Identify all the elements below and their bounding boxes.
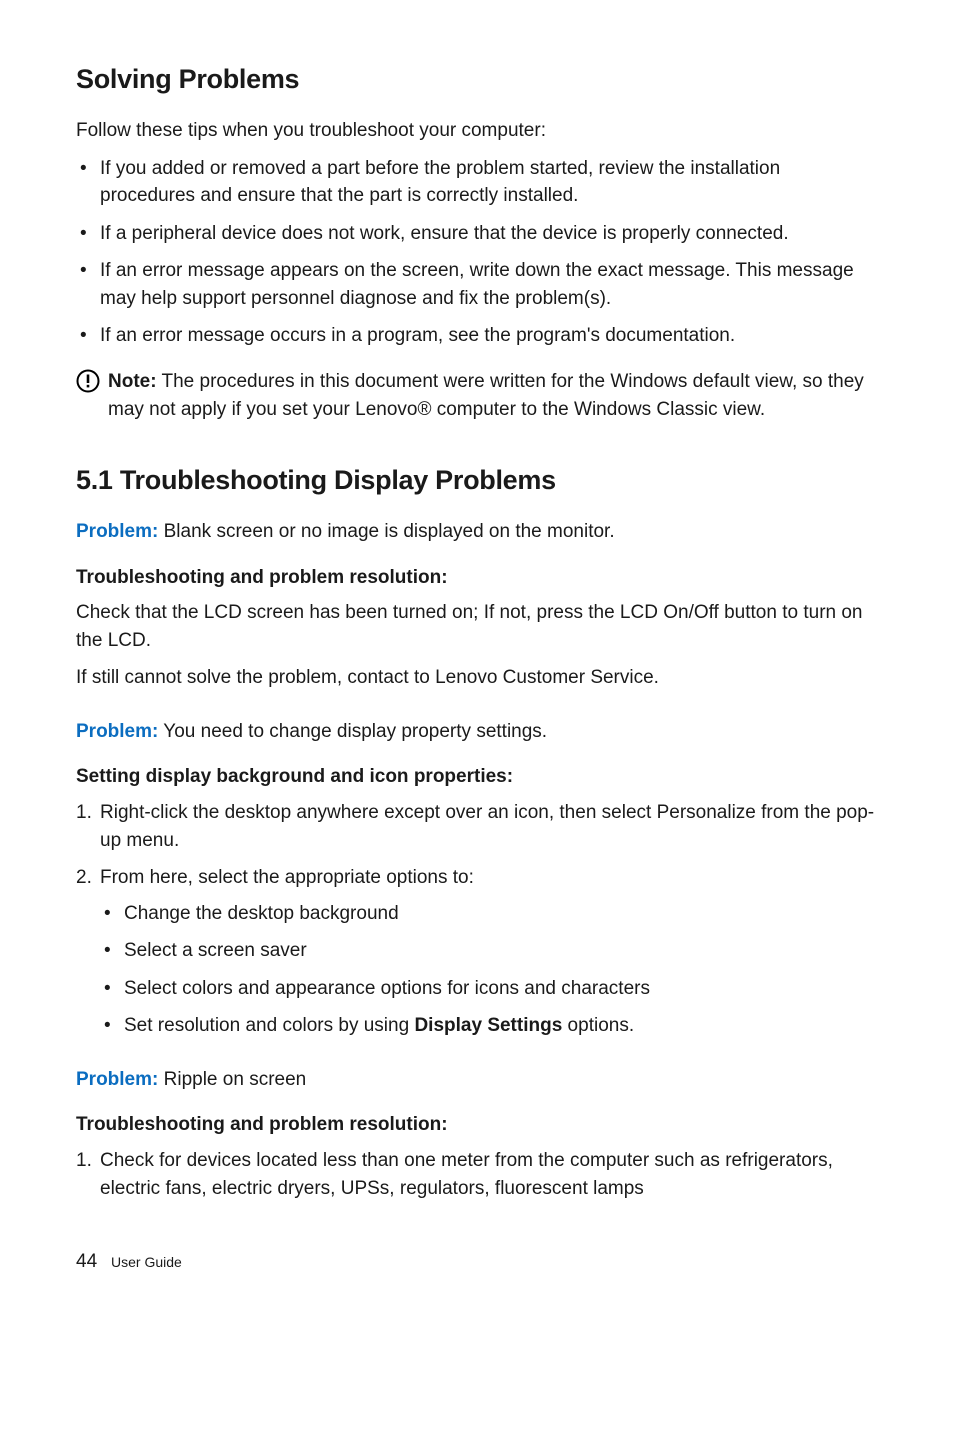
note-block: Note: The procedures in this document we…: [76, 368, 878, 423]
problem-2-subbullets: Change the desktop background Select a s…: [100, 900, 878, 1040]
problem-2: Problem: You need to change display prop…: [76, 718, 878, 746]
intro-text: Follow these tips when you troubleshoot …: [76, 117, 878, 145]
page-footer: 44 User Guide: [76, 1248, 878, 1276]
list-item: Select a screen saver: [100, 937, 878, 965]
footer-label: User Guide: [111, 1254, 182, 1270]
list-item: Set resolution and colors by using Displ…: [100, 1012, 878, 1040]
problem-1-subhead: Troubleshooting and problem resolution:: [76, 564, 878, 592]
problem-body: Ripple on screen: [158, 1069, 306, 1090]
list-item: If an error message occurs in a program,…: [76, 322, 878, 350]
problem-3: Problem: Ripple on screen: [76, 1066, 878, 1094]
note-text: Note: The procedures in this document we…: [108, 368, 878, 423]
problem-body: You need to change display property sett…: [158, 721, 547, 742]
note-label: Note:: [108, 371, 157, 392]
bullet-pre: Set resolution and colors by using: [124, 1015, 414, 1036]
list-item: Change the desktop background: [100, 900, 878, 928]
list-item: From here, select the appropriate option…: [76, 864, 878, 1040]
problem-label: Problem:: [76, 521, 158, 542]
step-text: From here, select the appropriate option…: [100, 867, 474, 888]
alert-icon: [76, 369, 100, 393]
problem-2-steps: Right-click the desktop anywhere except …: [76, 799, 878, 1040]
list-item: If an error message appears on the scree…: [76, 257, 878, 312]
heading-solving-problems: Solving Problems: [76, 60, 878, 99]
problem-1: Problem: Blank screen or no image is dis…: [76, 518, 878, 546]
page-number: 44: [76, 1251, 97, 1272]
problem-2-subhead: Setting display background and icon prop…: [76, 763, 878, 791]
problem-label: Problem:: [76, 1069, 158, 1090]
list-item: Right-click the desktop anywhere except …: [76, 799, 878, 854]
bullet-post: options.: [562, 1015, 634, 1036]
problem-body: Blank screen or no image is displayed on…: [158, 521, 614, 542]
note-body: The procedures in this document were wri…: [108, 371, 864, 420]
problem-1-text-1: Check that the LCD screen has been turne…: [76, 599, 878, 654]
list-item: Select colors and appearance options for…: [100, 975, 878, 1003]
problem-label: Problem:: [76, 721, 158, 742]
problem-1-text-2: If still cannot solve the problem, conta…: [76, 664, 878, 692]
list-item: Check for devices located less than one …: [76, 1147, 878, 1202]
problem-3-steps: Check for devices located less than one …: [76, 1147, 878, 1202]
problem-3-subhead: Troubleshooting and problem resolution:: [76, 1111, 878, 1139]
tips-list: If you added or removed a part before th…: [76, 155, 878, 350]
bullet-bold: Display Settings: [414, 1015, 562, 1036]
heading-section-5-1: 5.1 Troubleshooting Display Problems: [76, 461, 878, 500]
list-item: If a peripheral device does not work, en…: [76, 220, 878, 248]
list-item: If you added or removed a part before th…: [76, 155, 878, 210]
